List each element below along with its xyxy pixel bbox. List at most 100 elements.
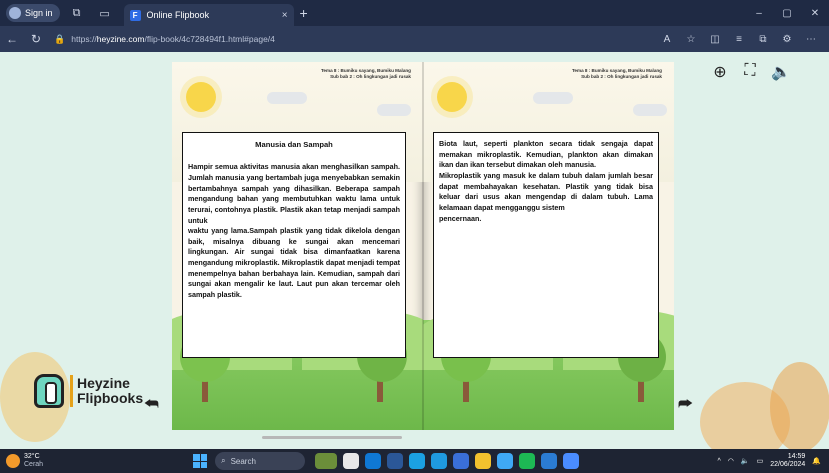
close-window-button[interactable]: ✕ xyxy=(801,8,829,19)
logo-text: Heyzine Flipbooks xyxy=(77,374,144,406)
paragraph: waktu yang lama.Sampah plastik yang tida… xyxy=(188,226,400,300)
viewer-toolbar: ⊕ ⛶ 🔈 xyxy=(711,62,791,82)
minimize-button[interactable]: – xyxy=(745,8,773,19)
collections-icon[interactable]: ⧉ xyxy=(755,34,771,45)
weather-condition: Cerah xyxy=(24,461,44,468)
url-text: https://heyzine.com/flip-book/4c728494f1… xyxy=(71,34,275,44)
maximize-button[interactable]: ▢ xyxy=(773,8,801,19)
wifi-icon[interactable]: ◠ xyxy=(728,457,734,465)
extensions-icon[interactable]: ⚙ xyxy=(779,34,795,45)
sign-in-button[interactable]: Sign in xyxy=(6,4,60,22)
book-spine xyxy=(422,62,424,430)
app-icon[interactable] xyxy=(431,453,448,469)
windows-taskbar: 32°C Cerah ⌕ Search ^ ◠ 🔈 ▭ 14:59 22/06/… xyxy=(0,449,829,473)
refresh-icon[interactable]: ↻ xyxy=(24,32,48,46)
url-path: /flip-book/4c728494f1.html#page/4 xyxy=(144,34,275,44)
zoom-in-icon[interactable]: ⊕ xyxy=(711,62,729,82)
url-field[interactable]: 🔒 https://heyzine.com/flip-book/4c728494… xyxy=(54,30,474,48)
weather-temperature: 32°C xyxy=(24,453,40,461)
word-app-icon[interactable] xyxy=(541,453,558,469)
spotify-icon[interactable] xyxy=(519,453,536,469)
header-subchapter: Sub bab 2 : Oh lingkungan jadi rusak xyxy=(330,74,411,80)
chevron-up-icon[interactable]: ^ xyxy=(717,458,720,465)
sound-icon[interactable]: 🔈 xyxy=(771,62,791,82)
widget-app-icon[interactable] xyxy=(315,453,338,469)
start-button-icon[interactable] xyxy=(193,454,208,468)
search-placeholder: Search xyxy=(230,456,256,466)
background-tree xyxy=(770,362,829,449)
url-domain: heyzine.com xyxy=(96,34,145,44)
file-explorer-icon[interactable] xyxy=(475,453,492,469)
notification-bell-icon[interactable]: 🔔 xyxy=(812,457,821,465)
page-header: Tema 8 : Bumiku sayang, Bumiku Malang Su… xyxy=(321,68,411,80)
cloud-illustration xyxy=(267,92,307,104)
logo-accent-bar xyxy=(70,375,73,407)
sun-illustration xyxy=(437,82,467,112)
left-page[interactable]: Tema 8 : Bumiku sayang, Bumiku Malang Su… xyxy=(172,62,423,430)
article-title: Manusia dan Sampah xyxy=(255,140,333,149)
flipbook-spread: Tema 8 : Bumiku sayang, Bumiku Malang Su… xyxy=(172,62,674,430)
sign-in-label: Sign in xyxy=(25,8,53,18)
page-header: Tema 8 : Bumiku sayang, Bumiku Malang Su… xyxy=(572,68,662,80)
new-tab-button[interactable]: + xyxy=(300,5,308,21)
logo-line1: Heyzine xyxy=(77,374,130,391)
paragraph: pencernaan. xyxy=(439,213,482,223)
flipbook-favicon-icon: F xyxy=(129,9,141,21)
page-scrollbar[interactable] xyxy=(262,436,402,439)
more-menu-icon[interactable]: ⋯ xyxy=(803,34,819,45)
clock-time: 14:59 xyxy=(787,452,806,460)
system-tray: ^ ◠ 🔈 ▭ 14:59 22/06/2024 🔔 xyxy=(717,453,829,469)
address-bar-row: ← ↻ 🔒 https://heyzine.com/flip-book/4c72… xyxy=(0,26,829,52)
next-page-arrow-icon[interactable]: ⮫ xyxy=(678,396,693,414)
heyzine-logo[interactable]: Heyzine Flipbooks xyxy=(34,374,143,408)
right-text-box: Biota laut, seperti plankton secara tida… xyxy=(433,132,659,358)
right-page[interactable]: Tema 8 : Bumiku sayang, Bumiku Malang Su… xyxy=(423,62,674,430)
toolbar-icons: A ☆ ◫ ≡ ⧉ ⚙ ⋯ xyxy=(659,34,829,45)
paragraph: Hampir semua aktivitas manusia akan meng… xyxy=(188,162,400,225)
tab-online-flipbook[interactable]: F Online Flipbook × xyxy=(123,4,294,26)
sun-weather-icon xyxy=(6,454,20,468)
cloud-illustration xyxy=(633,104,667,116)
sun-illustration xyxy=(186,82,216,112)
left-text-box: Manusia dan Sampah Hampir semua aktivita… xyxy=(182,132,406,358)
favorite-star-icon[interactable]: ☆ xyxy=(683,34,699,45)
previous-page-arrow-icon[interactable]: ⮪ xyxy=(144,396,159,414)
profile-icon xyxy=(9,7,21,19)
browser-tab-bar: Sign in ⧉ ▭ F Online Flipbook × + – ▢ ✕ xyxy=(0,0,829,26)
taskbar-search[interactable]: ⌕ Search xyxy=(215,452,306,470)
chrome-app-icon[interactable] xyxy=(563,453,580,469)
paragraph: Biota laut, seperti plankton secara tida… xyxy=(439,139,653,170)
window-controls: – ▢ ✕ xyxy=(745,8,829,19)
app-icon[interactable] xyxy=(387,453,404,469)
tab-actions-icon[interactable]: ▭ xyxy=(94,4,116,22)
workspaces-icon[interactable]: ⧉ xyxy=(66,4,88,22)
split-screen-icon[interactable]: ◫ xyxy=(707,34,723,45)
cloud-illustration xyxy=(533,92,573,104)
flipbook-viewer: ⊕ ⛶ 🔈 Tema 8 : Bumiku sayang, Bumiku Mal… xyxy=(0,52,829,449)
battery-icon[interactable]: ▭ xyxy=(757,457,764,465)
lock-icon[interactable]: 🔒 xyxy=(54,34,65,45)
edge-browser-icon[interactable] xyxy=(409,453,426,469)
tab-title: Online Flipbook xyxy=(146,10,210,20)
store-app-icon[interactable] xyxy=(365,453,382,469)
app-icon[interactable] xyxy=(497,453,514,469)
task-view-icon[interactable] xyxy=(343,453,360,469)
favorites-icon[interactable]: ≡ xyxy=(731,34,747,45)
heyzine-logo-icon xyxy=(34,374,64,408)
logo-line2: Flipbooks xyxy=(77,390,144,406)
read-aloud-icon[interactable]: A xyxy=(659,34,675,45)
cloud-illustration xyxy=(377,104,411,116)
paragraph: Mikroplastik yang masuk ke dalam tubuh d… xyxy=(439,170,653,212)
volume-icon[interactable]: 🔈 xyxy=(741,457,750,465)
header-subchapter: Sub bab 2 : Oh lingkungan jadi rusak xyxy=(581,74,662,80)
teams-app-icon[interactable] xyxy=(453,453,470,469)
tab-close-icon[interactable]: × xyxy=(282,10,288,21)
search-icon: ⌕ xyxy=(221,456,226,465)
weather-widget[interactable]: 32°C Cerah xyxy=(6,453,43,468)
clock-date: 22/06/2024 xyxy=(770,461,806,468)
fullscreen-icon[interactable]: ⛶ xyxy=(741,62,759,82)
url-prefix: https:// xyxy=(71,34,97,44)
taskbar-apps xyxy=(315,453,580,469)
clock[interactable]: 14:59 22/06/2024 xyxy=(770,453,805,469)
back-arrow-icon[interactable]: ← xyxy=(0,32,24,46)
